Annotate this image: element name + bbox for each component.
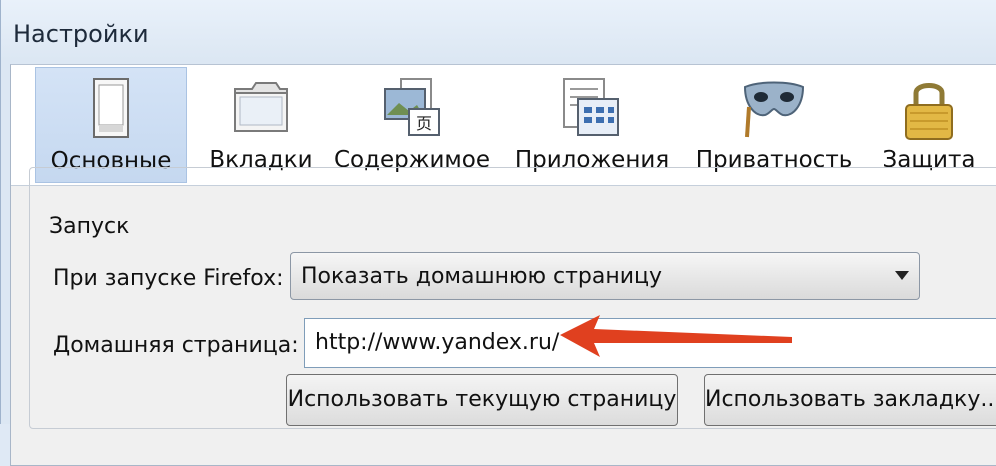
- use-bookmark-button[interactable]: Использовать закладку...: [704, 374, 996, 426]
- tab-tabs[interactable]: Вкладки: [199, 67, 323, 181]
- chevron-down-icon: [895, 271, 909, 280]
- annotation-arrow-icon: [560, 315, 792, 357]
- svg-text:页: 页: [416, 114, 432, 133]
- title-bar[interactable]: Настройки: [1, 0, 996, 70]
- home-page-value: http://www.yandex.ru/: [315, 330, 560, 355]
- content-icon: 页: [379, 77, 445, 143]
- privacy-mask-icon: [741, 77, 807, 143]
- settings-window: Настройки Основные Вкладки 页 Содержимое …: [0, 0, 996, 466]
- home-page-label: Домашняя страница:: [53, 333, 299, 358]
- on-start-label: При запуске Firefox:: [53, 266, 284, 291]
- tab-general[interactable]: Основные: [35, 67, 187, 183]
- on-start-selected-value: Показать домашнюю страницу: [301, 264, 663, 289]
- on-start-dropdown[interactable]: Показать домашнюю страницу: [290, 252, 920, 300]
- tab-security[interactable]: Защита: [867, 67, 991, 181]
- tabs-icon: [232, 77, 290, 139]
- general-icon: [93, 78, 129, 142]
- window-title: Настройки: [13, 20, 149, 48]
- applications-icon: [562, 77, 622, 143]
- tab-privacy[interactable]: Приватность: [687, 67, 861, 181]
- security-lock-icon: [902, 77, 956, 145]
- startup-group-title: Запуск: [41, 214, 138, 239]
- tab-applications[interactable]: Приложения: [507, 67, 677, 181]
- tab-content[interactable]: 页 Содержимое: [329, 67, 495, 181]
- use-current-page-button[interactable]: Использовать текущую страницу: [286, 374, 678, 426]
